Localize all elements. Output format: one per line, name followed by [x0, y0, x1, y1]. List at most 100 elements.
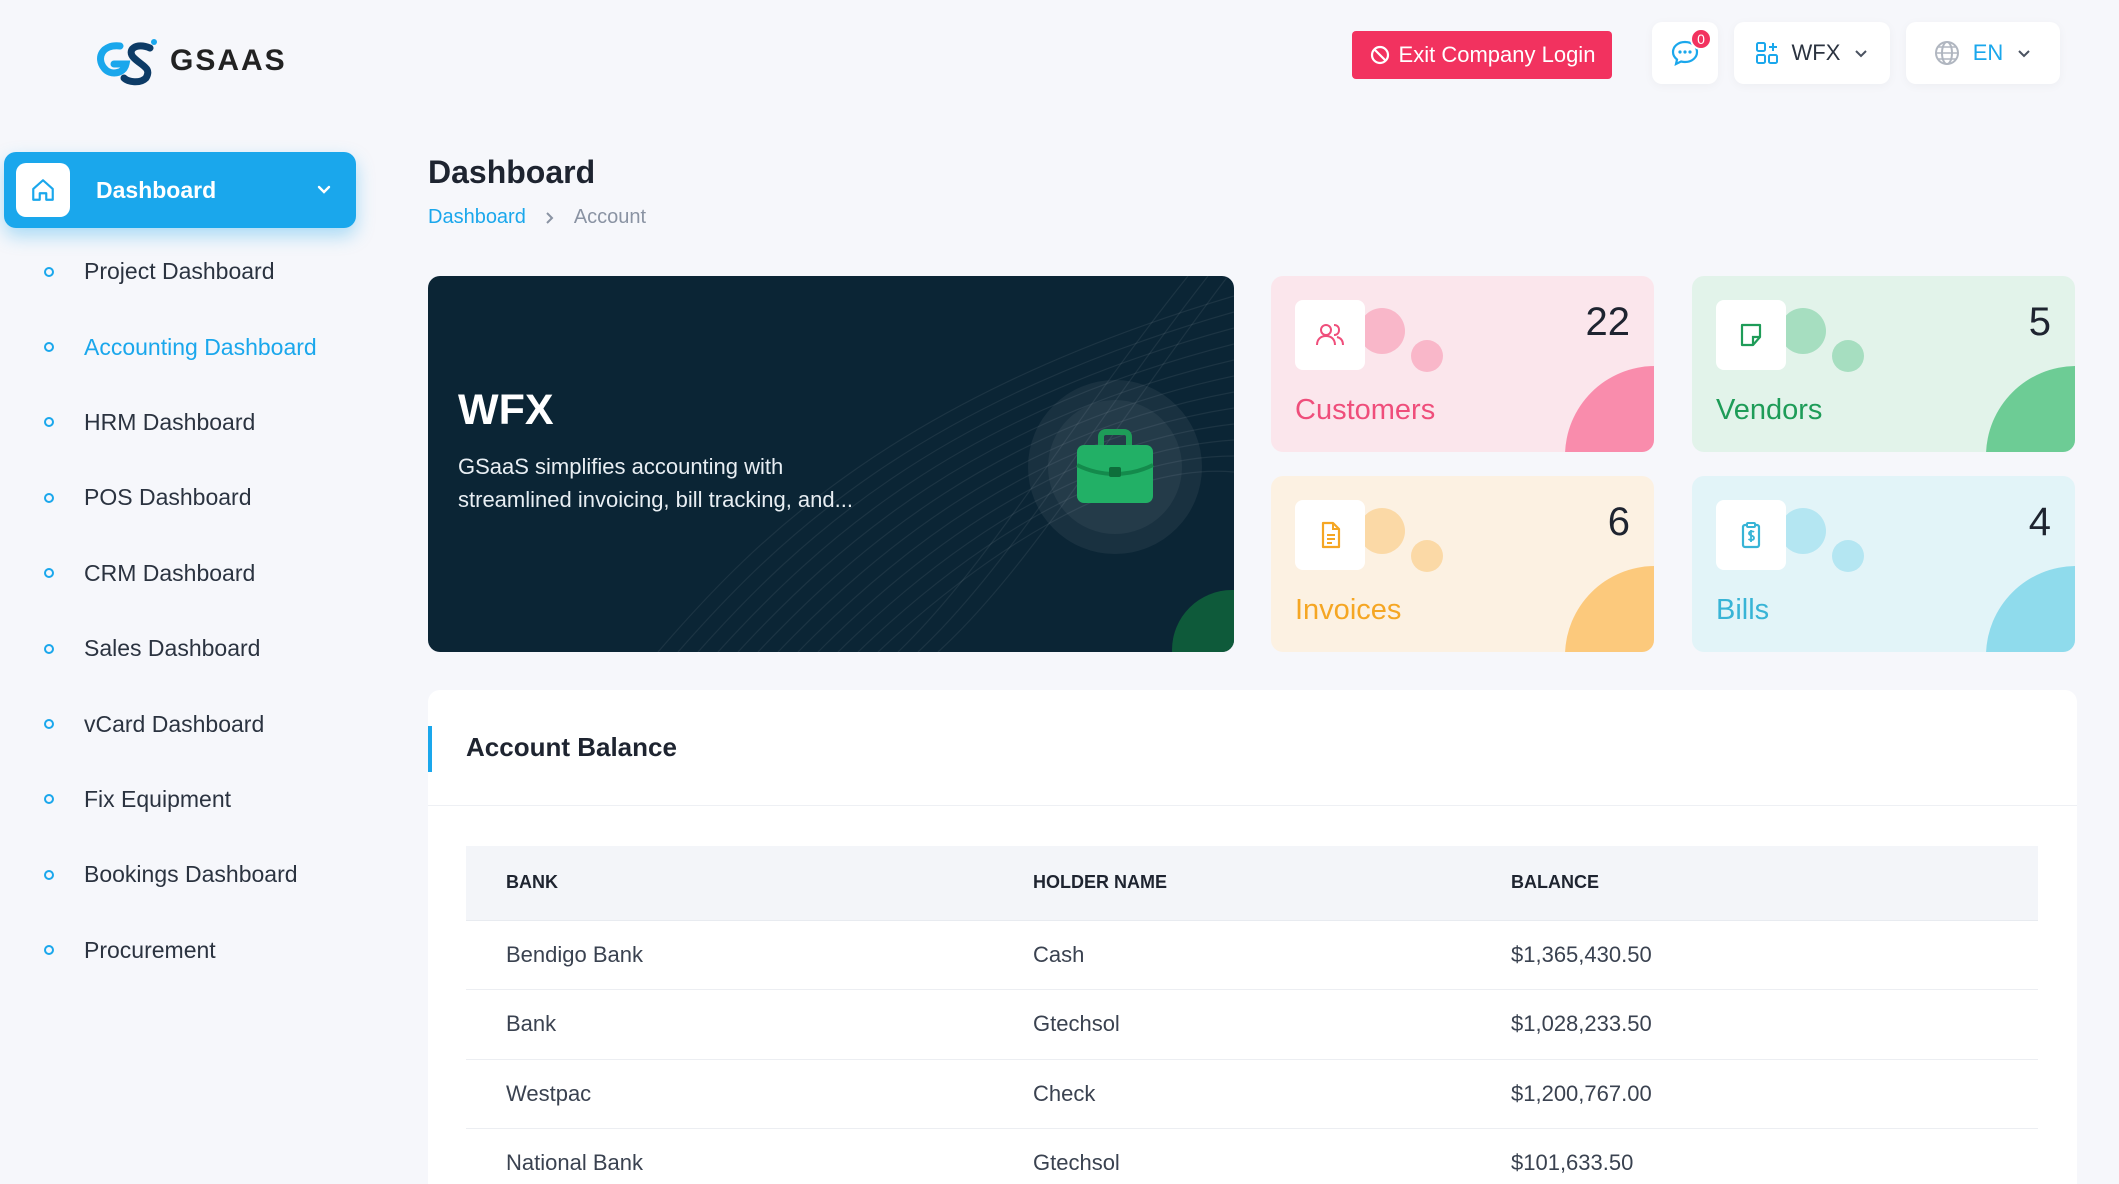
table-header-row: BANK HOLDER NAME BALANCE — [466, 846, 2038, 921]
language-selector[interactable]: EN — [1906, 22, 2060, 84]
messages-button[interactable]: 0 — [1652, 22, 1718, 84]
vendors-count: 5 — [2028, 300, 2051, 344]
table-row: National Bank Gtechsol $101,633.50 — [466, 1128, 2038, 1184]
hero-description: GSaaS simplifies accounting with streaml… — [458, 454, 853, 512]
sidebar-item-bookings-dashboard[interactable]: Bookings Dashboard — [0, 837, 380, 912]
sidebar-item-label: Sales Dashboard — [84, 635, 261, 662]
cell-bank: Bank — [466, 989, 993, 1060]
globe-icon — [1934, 41, 1959, 65]
sidebar-item-label: Bookings Dashboard — [84, 861, 298, 888]
users-icon — [1295, 300, 1365, 370]
stat-card-customers[interactable]: 22 Customers — [1271, 276, 1654, 452]
clipboard-dollar-icon — [1716, 500, 1786, 570]
sidebar-item-fix-equipment[interactable]: Fix Equipment — [0, 762, 380, 837]
cell-bank: Westpac — [466, 1059, 993, 1129]
cell-holder-name: Cash — [993, 920, 1471, 990]
sidebar-item-label: Fix Equipment — [84, 785, 232, 812]
sidebar-item-hrm-dashboard[interactable]: HRM Dashboard — [0, 385, 380, 460]
customers-label: Customers — [1295, 394, 1436, 426]
cell-balance: $1,028,233.50 — [1471, 989, 2038, 1060]
invoices-label: Invoices — [1295, 594, 1402, 626]
file-icon — [1295, 500, 1365, 570]
cell-holder-name: Gtechsol — [993, 989, 1471, 1060]
column-header-bank[interactable]: BANK — [466, 846, 993, 921]
stat-card-bills[interactable]: 4 Bills — [1692, 476, 2075, 652]
page-title: Dashboard — [428, 154, 596, 190]
column-header-balance[interactable]: BALANCE — [1471, 846, 2038, 921]
customers-count: 22 — [1585, 300, 1631, 344]
workspace-name: WFX — [1791, 40, 1841, 65]
account-balance-table: BANK HOLDER NAME BALANCE Bendigo Bank Ca… — [466, 846, 2038, 1184]
hero-title: WFX — [458, 386, 554, 434]
table-row: Bank Gtechsol $1,028,233.50 — [466, 989, 2038, 1060]
bullet-icon — [44, 342, 54, 353]
bullet-icon — [44, 492, 54, 503]
sidebar-item-crm-dashboard[interactable]: CRM Dashboard — [0, 536, 380, 611]
sidebar-item-label: Accounting Dashboard — [84, 333, 317, 360]
table-row: Bendigo Bank Cash $1,365,430.50 — [466, 920, 2038, 990]
chevron-down-icon — [1855, 50, 1868, 58]
sidebar-item-procurement[interactable]: Procurement — [0, 913, 380, 988]
apps-icon — [1755, 42, 1778, 64]
sidebar-item-dashboard[interactable]: Dashboard — [4, 152, 356, 228]
bullet-icon — [44, 719, 54, 730]
workspace-hero-card: WFX GSaaS simplifies accounting with str… — [428, 276, 1234, 652]
brand-name: GSAAS — [170, 44, 287, 77]
cell-balance: $101,633.50 — [1471, 1128, 2038, 1184]
sidebar-item-label: vCard Dashboard — [84, 710, 265, 737]
sidebar-item-pos-dashboard[interactable]: POS Dashboard — [0, 460, 380, 535]
bills-label: Bills — [1716, 594, 1770, 626]
sidebar-item-vcard-dashboard[interactable]: vCard Dashboard — [0, 686, 380, 761]
account-balance-card: Account Balance BANK HOLDER NAME BALANCE… — [428, 690, 2077, 1184]
column-header-holder-name[interactable]: HOLDER NAME — [993, 846, 1471, 921]
sidebar-item-label: Procurement — [84, 936, 216, 963]
briefcase-icon — [1076, 429, 1154, 503]
app-root: GSAAS Dashboard Project Dashboard Accoun… — [0, 0, 2119, 1184]
sidebar-item-label: POS Dashboard — [84, 484, 252, 511]
sidebar-item-accounting-dashboard[interactable]: Accounting Dashboard — [0, 309, 380, 384]
sidebar-item-sales-dashboard[interactable]: Sales Dashboard — [0, 611, 380, 686]
bullet-icon — [44, 643, 54, 654]
stat-card-vendors[interactable]: 5 Vendors — [1692, 276, 2075, 452]
bullet-icon — [44, 794, 54, 805]
bullet-icon — [44, 945, 54, 956]
brand-logo[interactable]: GSAAS — [90, 36, 287, 86]
bills-count: 4 — [2028, 500, 2051, 544]
bullet-icon — [44, 417, 54, 428]
home-icon — [16, 163, 70, 217]
sidebar-submenu: Project Dashboard Accounting Dashboard H… — [0, 234, 380, 988]
cell-holder-name: Gtechsol — [993, 1128, 1471, 1184]
sidebar: GSAAS Dashboard Project Dashboard Accoun… — [0, 0, 380, 1184]
language-code: EN — [1972, 40, 2004, 65]
account-balance-title: Account Balance — [466, 732, 677, 762]
exit-label: Exit Company Login — [1398, 42, 1596, 67]
breadcrumb-current: Account — [573, 206, 647, 228]
ban-icon — [1370, 45, 1389, 65]
logo-icon — [97, 39, 157, 86]
breadcrumb-link-dashboard[interactable]: Dashboard — [428, 206, 526, 229]
cell-balance: $1,200,767.00 — [1471, 1059, 2038, 1129]
message-count-badge: 0 — [1690, 28, 1712, 50]
note-icon — [1716, 300, 1786, 370]
account-balance-header: Account Balance — [428, 690, 2077, 806]
cell-holder-name: Check — [993, 1059, 1471, 1129]
vendors-label: Vendors — [1716, 394, 1823, 426]
chevron-down-icon — [2018, 50, 2030, 58]
cell-bank: National Bank — [466, 1128, 993, 1184]
cell-balance: $1,365,430.50 — [1471, 920, 2038, 990]
chevron-down-icon — [317, 185, 331, 194]
sidebar-item-label: Project Dashboard — [84, 258, 275, 285]
chevron-right-icon — [546, 211, 554, 224]
bullet-icon — [44, 266, 54, 277]
cell-bank: Bendigo Bank — [466, 920, 993, 990]
sidebar-item-label: CRM Dashboard — [84, 559, 256, 586]
exit-company-login-button[interactable]: Exit Company Login — [1352, 31, 1612, 79]
table-row: Westpac Check $1,200,767.00 — [466, 1059, 2038, 1129]
invoices-count: 6 — [1607, 500, 1630, 544]
sidebar-item-project-dashboard[interactable]: Project Dashboard — [0, 234, 380, 309]
bullet-icon — [44, 568, 54, 579]
workspace-selector[interactable]: WFX — [1734, 22, 1890, 84]
stat-card-invoices[interactable]: 6 Invoices — [1271, 476, 1654, 652]
sidebar-active-label: Dashboard — [96, 176, 217, 203]
bullet-icon — [44, 869, 54, 880]
